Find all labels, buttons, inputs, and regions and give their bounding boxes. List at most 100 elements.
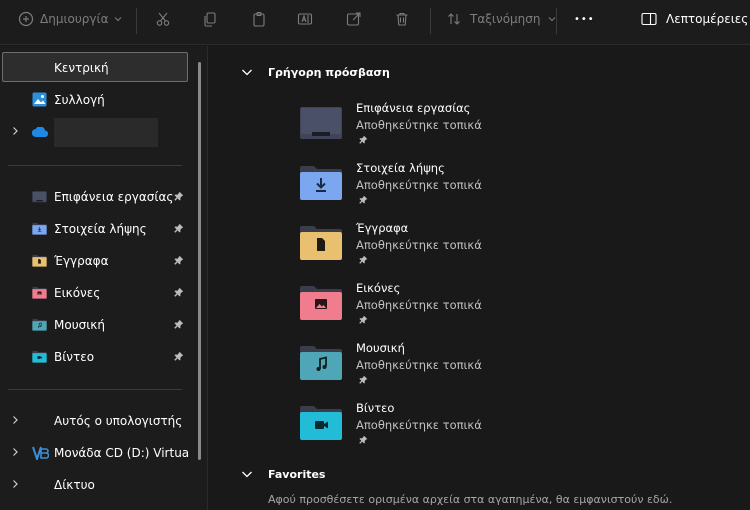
videos-folder-icon — [32, 351, 47, 363]
chevron-right-icon[interactable] — [10, 415, 20, 425]
nav-divider — [8, 389, 182, 390]
sidebar-scrollbar[interactable] — [198, 62, 201, 460]
pin-icon[interactable] — [174, 351, 184, 361]
content-pane: Γρήγορη πρόσβαση Επιφάνεια εργασίας Αποθη… — [209, 46, 750, 510]
nav-item-gallery[interactable]: Συλλογή — [0, 85, 196, 115]
nav-item-home[interactable]: Κεντρική — [2, 52, 188, 82]
pin-icon[interactable] — [359, 315, 368, 324]
quick-access-item[interactable]: Έγγραφα Αποθηκεύτηκε τοπικά — [299, 221, 519, 279]
pin-icon[interactable] — [359, 255, 368, 264]
quick-access-item-location: Αποθηκεύτηκε τοπικά — [356, 118, 482, 132]
gallery-icon — [32, 92, 47, 107]
nav-item-network[interactable]: Δίκτυο — [0, 470, 196, 500]
pin-icon[interactable] — [359, 435, 368, 444]
favorites-title: Favorites — [268, 468, 326, 481]
sort-icon — [448, 13, 460, 25]
copy-icon — [204, 12, 216, 27]
trash-icon — [396, 12, 408, 26]
videos-folder-icon — [300, 406, 342, 440]
nav-item-label: Συλλογή — [54, 93, 105, 107]
downloads-folder-icon — [32, 223, 47, 235]
nav-item-documents[interactable]: Έγγραφα — [0, 246, 196, 276]
nav-item-desktop[interactable]: Επιφάνεια εργασίας — [0, 182, 196, 212]
toolbar-divider — [556, 8, 557, 34]
chevron-right-icon[interactable] — [10, 126, 20, 136]
pin-icon[interactable] — [359, 375, 368, 384]
nav-item-onedrive[interactable] — [0, 117, 196, 147]
pin-icon[interactable] — [174, 191, 184, 201]
desktop-folder-icon — [32, 191, 47, 203]
nav-item-pictures[interactable]: Εικόνες — [0, 278, 196, 308]
downloads-folder-icon — [300, 166, 342, 200]
nav-divider — [8, 165, 182, 166]
copy-button[interactable] — [202, 0, 218, 38]
nav-item-label: Στοιχεία λήψης — [54, 222, 147, 236]
virtualbox-icon — [32, 446, 49, 460]
nav-item-music[interactable]: Μουσική — [0, 310, 196, 340]
quick-access-item-name: Έγγραφα — [356, 221, 409, 235]
quick-access-item-name: Στοιχεία λήψης — [356, 161, 445, 175]
paste-button[interactable] — [251, 0, 267, 38]
nav-item-label: Αυτός ο υπολογιστής — [54, 414, 183, 428]
chevron-down-icon[interactable] — [241, 468, 253, 480]
quick-access-item-name: Εικόνες — [356, 281, 401, 295]
details-pane-button[interactable]: Λεπτομέρειες — [641, 0, 748, 38]
details-pane-label: Λεπτομέρειες — [666, 12, 749, 26]
music-folder-icon — [32, 319, 47, 331]
pin-icon[interactable] — [174, 223, 184, 233]
nav-item-label: Επιφάνεια εργασίας — [54, 190, 174, 204]
pin-icon[interactable] — [359, 195, 368, 204]
scissors-icon — [156, 12, 170, 26]
nav-item-this-pc[interactable]: Αυτός ο υπολογιστής — [0, 406, 196, 436]
pin-icon[interactable] — [174, 319, 184, 329]
quick-access-item-location: Αποθηκεύτηκε τοπικά — [356, 298, 482, 312]
share-button[interactable] — [346, 0, 362, 38]
details-pane-icon — [641, 12, 657, 26]
music-folder-icon — [300, 346, 342, 380]
pictures-folder-icon — [32, 287, 47, 299]
share-icon — [346, 12, 361, 26]
new-button-label: Δημιουργία — [40, 12, 109, 26]
favorites-empty-message: Αφού προσθέσετε ορισμένα αρχεία στα αγαπ… — [268, 493, 673, 506]
chevron-down-icon — [548, 17, 555, 22]
nav-item-downloads[interactable]: Στοιχεία λήψης — [0, 214, 196, 244]
nav-item-videos[interactable]: Βίντεο — [0, 342, 196, 372]
sort-button[interactable]: Ταξινόμηση — [446, 0, 556, 38]
quick-access-item-name: Επιφάνεια εργασίας — [356, 101, 471, 115]
quick-access-item-location: Αποθηκεύτηκε τοπικά — [356, 358, 482, 372]
nav-item-label: Μουσική — [54, 318, 105, 332]
chevron-down-icon[interactable] — [241, 66, 253, 78]
cloud-icon — [32, 127, 49, 137]
quick-access-item[interactable]: Μουσική Αποθηκεύτηκε τοπικά — [299, 341, 519, 399]
quick-access-item-location: Αποθηκεύτηκε τοπικά — [356, 418, 482, 432]
pin-icon[interactable] — [174, 287, 184, 297]
command-bar: Δημιουργία Ταξινόμηση ••• Λεπτομέρειες — [0, 0, 750, 45]
pictures-folder-icon — [300, 286, 342, 320]
sort-button-label: Ταξινόμηση — [470, 12, 541, 26]
chevron-right-icon[interactable] — [10, 447, 20, 457]
quick-access-item[interactable]: Επιφάνεια εργασίας Αποθηκεύτηκε τοπικά — [299, 101, 519, 159]
toolbar-divider — [136, 8, 137, 34]
quick-access-item[interactable]: Στοιχεία λήψης Αποθηκεύτηκε τοπικά — [299, 161, 519, 219]
nav-item-label: Μονάδα CD (D:) VirtualBo — [54, 446, 190, 460]
redacted-account-name — [54, 118, 158, 147]
chevron-right-icon[interactable] — [10, 479, 20, 489]
quick-access-item-location: Αποθηκεύτηκε τοπικά — [356, 238, 482, 252]
quick-access-item[interactable]: Εικόνες Αποθηκεύτηκε τοπικά — [299, 281, 519, 339]
nav-item-cd-drive[interactable]: Μονάδα CD (D:) VirtualBo — [0, 438, 196, 468]
more-options-button[interactable]: ••• — [574, 0, 595, 38]
quick-access-item[interactable]: Βίντεο Αποθηκεύτηκε τοπικά — [299, 401, 519, 459]
pin-icon[interactable] — [359, 135, 368, 144]
quick-access-item-location: Αποθηκεύτηκε τοπικά — [356, 178, 482, 192]
new-button[interactable]: Δημιουργία — [18, 0, 122, 38]
delete-button[interactable] — [394, 0, 410, 38]
rename-button[interactable] — [297, 0, 313, 38]
rename-icon — [297, 13, 313, 25]
quick-access-item-name: Μουσική — [356, 341, 405, 355]
nav-item-label: Έγγραφα — [54, 254, 109, 268]
plus-circle-icon — [18, 11, 34, 27]
cut-button[interactable] — [155, 0, 171, 38]
clipboard-icon — [253, 11, 265, 27]
nav-item-label: Κεντρική — [54, 61, 109, 75]
pin-icon[interactable] — [174, 255, 184, 265]
